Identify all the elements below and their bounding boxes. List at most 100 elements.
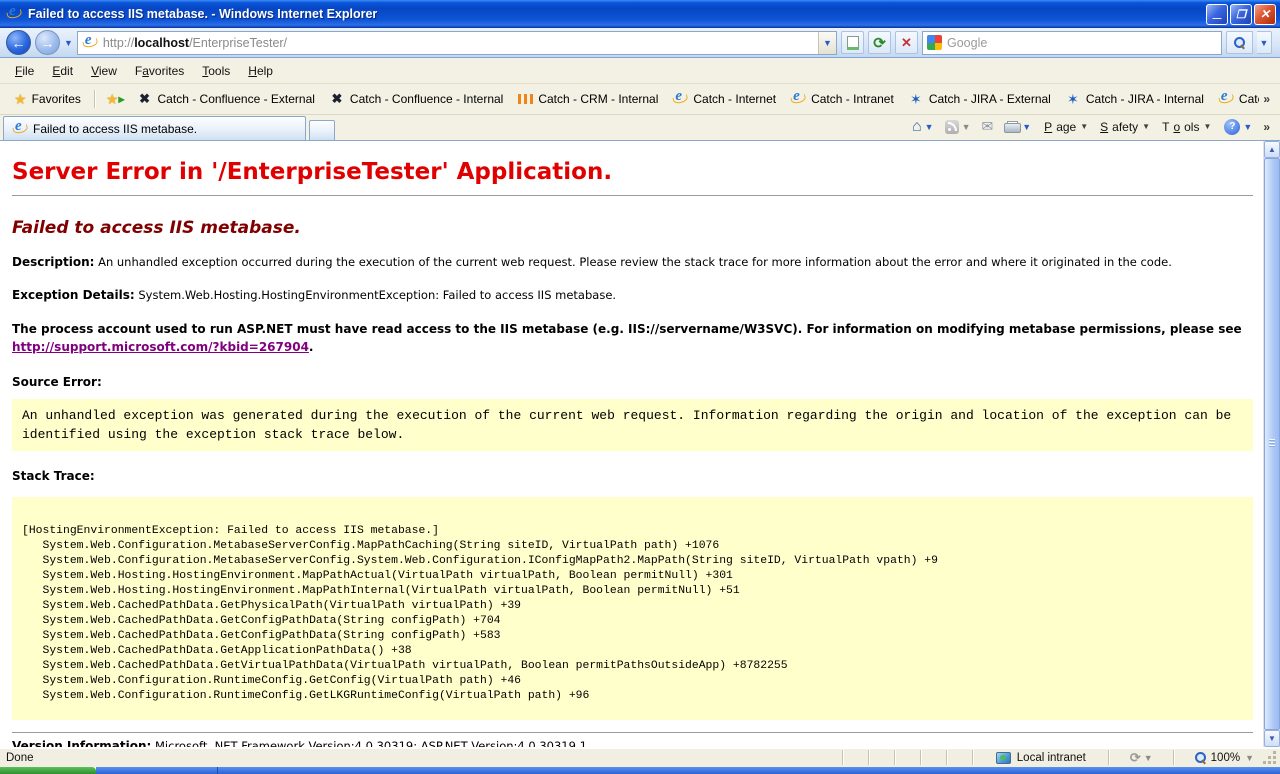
favorites-bar-link[interactable]: Catch - JIRA - Internal	[1058, 88, 1211, 110]
forward-button[interactable]: →	[35, 30, 60, 55]
new-tab-button[interactable]	[309, 120, 335, 140]
menu-item-help[interactable]: Help	[239, 59, 282, 83]
close-button[interactable]	[1254, 4, 1276, 25]
chevron-down-icon	[823, 38, 832, 48]
stack-trace-label: Stack Trace:	[12, 469, 1253, 483]
url-text: http://localhost/EnterpriseTester/	[103, 36, 813, 50]
close-icon	[1260, 7, 1270, 21]
separator	[920, 750, 922, 765]
restore-icon	[1236, 8, 1246, 21]
resize-grip[interactable]	[1262, 750, 1278, 766]
zoom-icon	[1195, 752, 1206, 763]
protected-mode-button[interactable]	[1122, 750, 1161, 766]
support-link[interactable]: http://support.microsoft.com/?kbid=26790…	[12, 340, 309, 354]
stop-icon	[901, 35, 912, 51]
scrollbar-thumb[interactable]	[1264, 158, 1280, 730]
address-dropdown[interactable]	[818, 32, 836, 54]
minimize-button[interactable]	[1206, 4, 1228, 25]
chevron-down-icon	[962, 122, 971, 132]
version-label: Version Information:	[12, 739, 151, 747]
help-button[interactable]: ?	[1220, 117, 1256, 137]
favorites-bar-link[interactable]: Catch - Intranet	[783, 88, 901, 110]
chevron-down-icon	[1022, 122, 1031, 132]
metabase-note: The process account used to run ASP.NET …	[12, 320, 1253, 357]
ie-icon	[672, 91, 688, 107]
favorites-bar-link[interactable]: Catch - Confluence - External	[130, 88, 322, 110]
address-bar[interactable]: http://localhost/EnterpriseTester/	[77, 31, 837, 55]
confluence-icon	[329, 91, 345, 107]
favorites-overflow-chevron[interactable]	[1259, 92, 1274, 106]
home-button[interactable]	[908, 116, 938, 138]
note-period: .	[309, 340, 314, 354]
intranet-zone-icon	[996, 752, 1011, 764]
separator	[946, 750, 948, 765]
favorites-button-label: Favorites	[32, 92, 81, 106]
chevron-down-icon	[1142, 122, 1150, 131]
menu-item-edit[interactable]: Edit	[43, 59, 82, 83]
favorites-button[interactable]: Favorites	[6, 88, 89, 111]
menu-bar: FileEditViewFavoritesToolsHelp	[0, 58, 1280, 84]
command-bar: PageSafetyTools ?	[908, 115, 1274, 140]
tab-failed-to-access-iis-metabase[interactable]: Failed to access IIS metabase.	[3, 116, 306, 140]
favorites-bar-link[interactable]: Catch - CRM - Internal	[510, 88, 665, 110]
divider	[12, 195, 1253, 196]
ie-icon	[1218, 91, 1234, 107]
menu-item-file[interactable]: File	[6, 59, 43, 83]
zoom-control[interactable]: 100%	[1187, 752, 1262, 764]
favorite-label: Catch - Internet	[693, 92, 776, 106]
stop-button[interactable]	[895, 31, 918, 54]
exception-label: Exception Details:	[12, 288, 135, 302]
favorites-bar: Favorites Catch - Confluence - External C…	[0, 84, 1280, 115]
favorites-bar-link[interactable]: Catch - JIRA - External	[901, 88, 1058, 110]
protected-mode-icon	[1130, 750, 1141, 766]
help-icon: ?	[1224, 119, 1240, 135]
favorite-label: Catch - Microsoft Outlook W...	[1239, 92, 1259, 106]
browser-viewport: Server Error in '/EnterpriseTester' Appl…	[0, 141, 1280, 747]
add-to-favorites-bar-button[interactable]	[101, 88, 130, 111]
search-button[interactable]	[1226, 31, 1253, 54]
favorite-label: Catch - Confluence - External	[158, 92, 315, 106]
printer-icon	[1004, 121, 1019, 133]
home-icon	[912, 118, 922, 136]
refresh-button[interactable]	[868, 31, 891, 54]
search-input[interactable]	[947, 36, 1217, 50]
menu-item-favorites[interactable]: Favorites	[126, 59, 193, 83]
chevron-down-icon	[1260, 38, 1269, 48]
back-button[interactable]: ←	[6, 30, 31, 55]
chevron-down-icon	[1243, 122, 1252, 132]
command-page-button[interactable]: Page	[1038, 117, 1094, 137]
menu-item-view[interactable]: View	[82, 59, 126, 83]
favorite-label: Catch - Intranet	[811, 92, 894, 106]
rss-icon	[945, 120, 959, 134]
command-tools-button[interactable]: Tools	[1156, 117, 1217, 137]
search-provider-dropdown[interactable]	[1257, 31, 1272, 54]
source-error-box: An unhandled exception was generated dur…	[12, 399, 1253, 451]
url-scheme: http://	[103, 36, 134, 50]
version-row: Version Information: Microsoft .NET Fram…	[12, 739, 1253, 747]
jira-icon	[908, 91, 924, 107]
stack-trace-box: [HostingEnvironmentException: Failed to …	[12, 497, 1253, 720]
minimize-icon	[1213, 8, 1222, 20]
history-dropdown[interactable]	[64, 38, 73, 48]
command-text-buttons: PageSafetyTools	[1038, 117, 1217, 137]
command-safety-button[interactable]: Safety	[1094, 117, 1156, 137]
tab-bar: Failed to access IIS metabase. PageSafet…	[0, 115, 1280, 141]
status-bar: Done Local intranet 100%	[0, 747, 1280, 767]
security-zone-pane[interactable]: Local intranet	[986, 752, 1096, 764]
add-arrow-icon	[118, 92, 124, 106]
scroll-up-button[interactable]: ▲	[1264, 141, 1280, 158]
print-button[interactable]	[1000, 119, 1035, 135]
taskbar-strip	[218, 767, 1280, 774]
favorites-bar-link[interactable]: Catch - Internet	[665, 88, 783, 110]
scroll-down-button[interactable]: ▼	[1264, 730, 1280, 747]
read-mail-button[interactable]	[978, 116, 998, 137]
restore-button[interactable]	[1230, 4, 1252, 25]
favorites-bar-link[interactable]: Catch - Microsoft Outlook W...	[1211, 88, 1259, 110]
start-button[interactable]	[0, 767, 96, 774]
favorites-bar-link[interactable]: Catch - Confluence - Internal	[322, 88, 510, 110]
favorite-label: Catch - Confluence - Internal	[350, 92, 503, 106]
feeds-button[interactable]	[941, 118, 975, 136]
menu-item-tools[interactable]: Tools	[193, 59, 239, 83]
compatibility-view-button[interactable]	[841, 31, 864, 54]
command-overflow-chevron[interactable]	[1259, 120, 1274, 134]
